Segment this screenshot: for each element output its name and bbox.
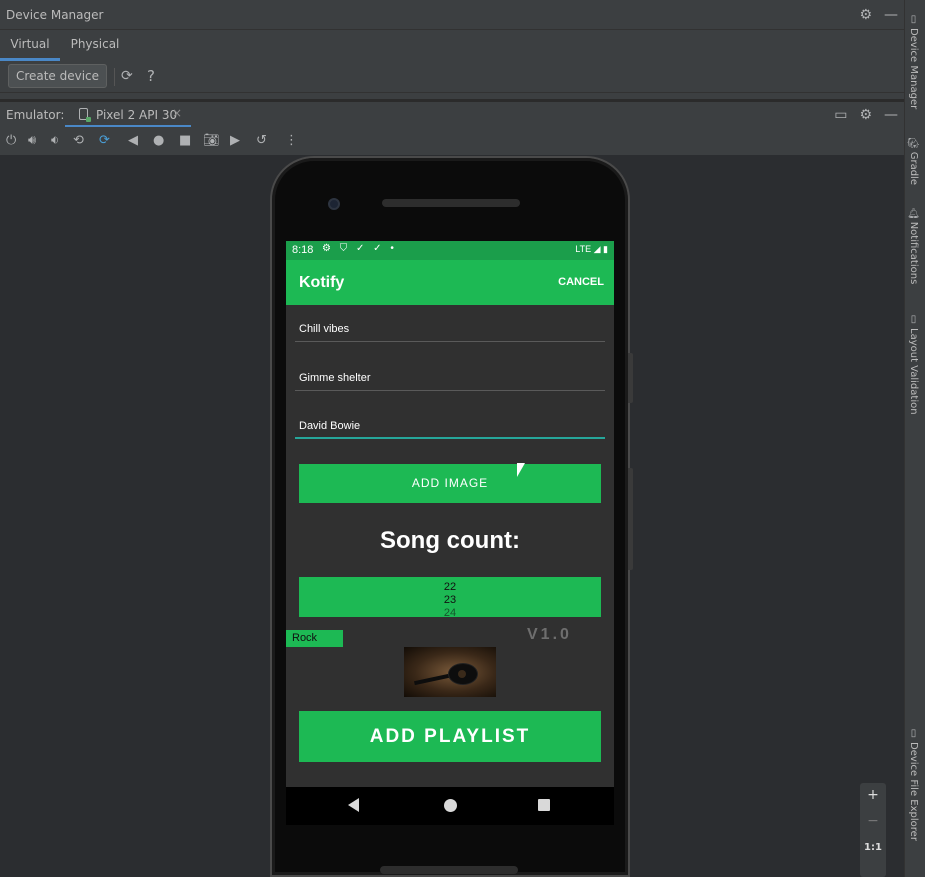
header-actions: ⚙ — <box>859 0 898 30</box>
bottom-speaker <box>380 866 518 874</box>
screen-record-icon[interactable]: ▶ <box>230 134 240 147</box>
zoom-out-button[interactable]: − <box>860 813 886 829</box>
device-manager-title: Device Manager <box>6 7 104 22</box>
emulator-header-actions: ▭ ⚙ — <box>834 102 898 128</box>
emulator-header: Emulator: Pixel 2 API 30 × ▭ ⚙ — <box>0 101 904 128</box>
app-title: Kotify <box>299 274 345 291</box>
picker-option-selected[interactable]: 23 <box>299 594 601 607</box>
emulator-tab-label: Pixel 2 API 30 <box>96 108 178 122</box>
back-icon[interactable] <box>348 798 359 812</box>
song-count-picker[interactable]: 22 23 24 <box>299 577 601 617</box>
toolbar-divider <box>114 68 115 86</box>
sidebar-tab-label: Gradle <box>908 151 919 185</box>
bell-icon: 🔔︎ <box>908 206 919 219</box>
zoom-controls: + − 1:1 <box>860 783 886 877</box>
rotate-right-icon[interactable]: ⟳ <box>99 134 110 147</box>
help-icon[interactable]: ? <box>147 67 155 85</box>
artist-field[interactable]: David Bowie <box>295 413 605 439</box>
device-manager-tabs: Virtual Physical <box>0 30 904 61</box>
create-device-button[interactable]: Create device <box>8 64 107 88</box>
front-camera <box>328 198 340 210</box>
status-notification-icons: ⚙ ⛉ ✓ ✓ • <box>322 243 397 254</box>
home-icon[interactable]: ● <box>153 134 164 147</box>
picker-option[interactable]: 22 <box>299 581 601 594</box>
picker-option[interactable]: 24 <box>299 607 601 617</box>
device-manager-toolbar: Create device ⟳ ? <box>0 61 904 93</box>
sidebar-tab-label: Layout Validation <box>908 328 919 415</box>
minimize-icon[interactable]: — <box>884 8 898 22</box>
actual-size-button[interactable]: 1:1 <box>860 842 886 853</box>
status-bar: 8:18 ⚙ ⛉ ✓ ✓ • LTE ◢ ▮ <box>286 241 614 260</box>
rotate-left-icon[interactable]: ⟲ <box>73 134 84 147</box>
sidebar-tab-label: Notifications <box>908 221 919 285</box>
right-tool-strip: ▯ Device Manager 🐘︎ Gradle 🔔︎ Notifications… <box>904 0 925 877</box>
sidebar-tab-notifications[interactable]: 🔔︎ Notifications <box>908 206 919 284</box>
volume-key[interactable] <box>628 468 633 570</box>
status-signal-battery: LTE ◢ ▮ <box>575 244 608 254</box>
overview-icon[interactable]: ■ <box>179 134 191 147</box>
genre-spinner[interactable]: Rock <box>286 630 343 647</box>
android-nav-bar <box>286 787 614 825</box>
more-icon[interactable]: ⋮ <box>285 134 298 147</box>
tab-virtual[interactable]: Virtual <box>0 30 60 61</box>
song-title-value: Gimme shelter <box>299 372 371 384</box>
guitar-soundhole <box>458 670 466 678</box>
sidebar-tab-device-manager[interactable]: ▯ Device Manager <box>908 14 919 109</box>
tab-pixel-2-api-30[interactable]: Pixel 2 API 30 × <box>65 102 191 128</box>
sidebar-tab-gradle[interactable]: 🐘︎ Gradle <box>908 136 919 185</box>
device-file-explorer-icon: ▯ <box>908 728 919 739</box>
snapshot-icon[interactable]: ↺ <box>256 134 267 147</box>
tab-physical[interactable]: Physical <box>60 30 130 61</box>
emulator-label: Emulator: <box>6 108 65 122</box>
device-manager-icon: ▯ <box>908 14 919 25</box>
add-image-button[interactable]: ADD IMAGE <box>299 464 601 503</box>
maximize-icon[interactable]: ▭ <box>834 108 847 122</box>
minimize-icon[interactable]: — <box>884 108 898 122</box>
mouse-cursor-icon <box>517 463 525 477</box>
power-key[interactable] <box>628 353 633 403</box>
phone-icon <box>79 108 91 122</box>
device-list-header <box>0 93 904 100</box>
app-bar: Kotify CANCEL <box>286 260 614 305</box>
gear-icon[interactable]: ⚙ <box>859 108 872 122</box>
home-icon[interactable] <box>444 799 457 812</box>
gear-icon[interactable]: ⚙ <box>859 8 872 22</box>
sidebar-tab-layout-validation[interactable]: ▯ Layout Validation <box>908 314 919 415</box>
emulator-toolbar: ⏻ 🔊︎ 🔉︎ ⟲ ⟳ ◀ ● ■ 📷︎ ▶ ↺ ⋮ <box>0 127 904 155</box>
phone-screen: 8:18 ⚙ ⛉ ✓ ✓ • LTE ◢ ▮ Kotify CANCEL Chi… <box>286 241 614 787</box>
zoom-in-button[interactable]: + <box>860 787 886 803</box>
add-playlist-button[interactable]: ADD PLAYLIST <box>299 711 601 762</box>
playlist-name-value: Chill vibes <box>299 323 350 335</box>
version-label: V1.0 <box>527 626 572 643</box>
volume-down-icon[interactable]: 🔉︎ <box>51 134 59 147</box>
gradle-icon: 🐘︎ <box>908 136 919 149</box>
volume-up-icon[interactable]: 🔊︎ <box>28 134 36 147</box>
device-manager-header: Device Manager ⚙ — <box>0 0 904 30</box>
song-title-field[interactable]: Gimme shelter <box>295 365 605 391</box>
status-time: 8:18 <box>292 244 314 256</box>
layout-validation-icon: ▯ <box>908 314 919 325</box>
power-icon[interactable]: ⏻ <box>6 134 16 147</box>
artist-value: David Bowie <box>299 420 361 432</box>
refresh-icon[interactable]: ⟳ <box>121 68 133 84</box>
sidebar-tab-label: Device File Explorer <box>908 742 919 841</box>
playlist-cover-image <box>404 647 496 697</box>
close-icon[interactable]: × <box>172 106 182 120</box>
cancel-button[interactable]: CANCEL <box>558 276 604 288</box>
screenshot-icon[interactable]: 📷︎ <box>203 134 220 147</box>
back-icon[interactable]: ◀ <box>128 134 138 147</box>
playlist-name-field[interactable]: Chill vibes <box>295 316 605 342</box>
recents-icon[interactable] <box>538 799 550 811</box>
song-count-label: Song count: <box>380 527 520 554</box>
sidebar-tab-device-file-explorer[interactable]: ▯ Device File Explorer <box>908 728 919 841</box>
earpiece-speaker <box>382 199 520 207</box>
sidebar-tab-label: Device Manager <box>908 28 919 110</box>
